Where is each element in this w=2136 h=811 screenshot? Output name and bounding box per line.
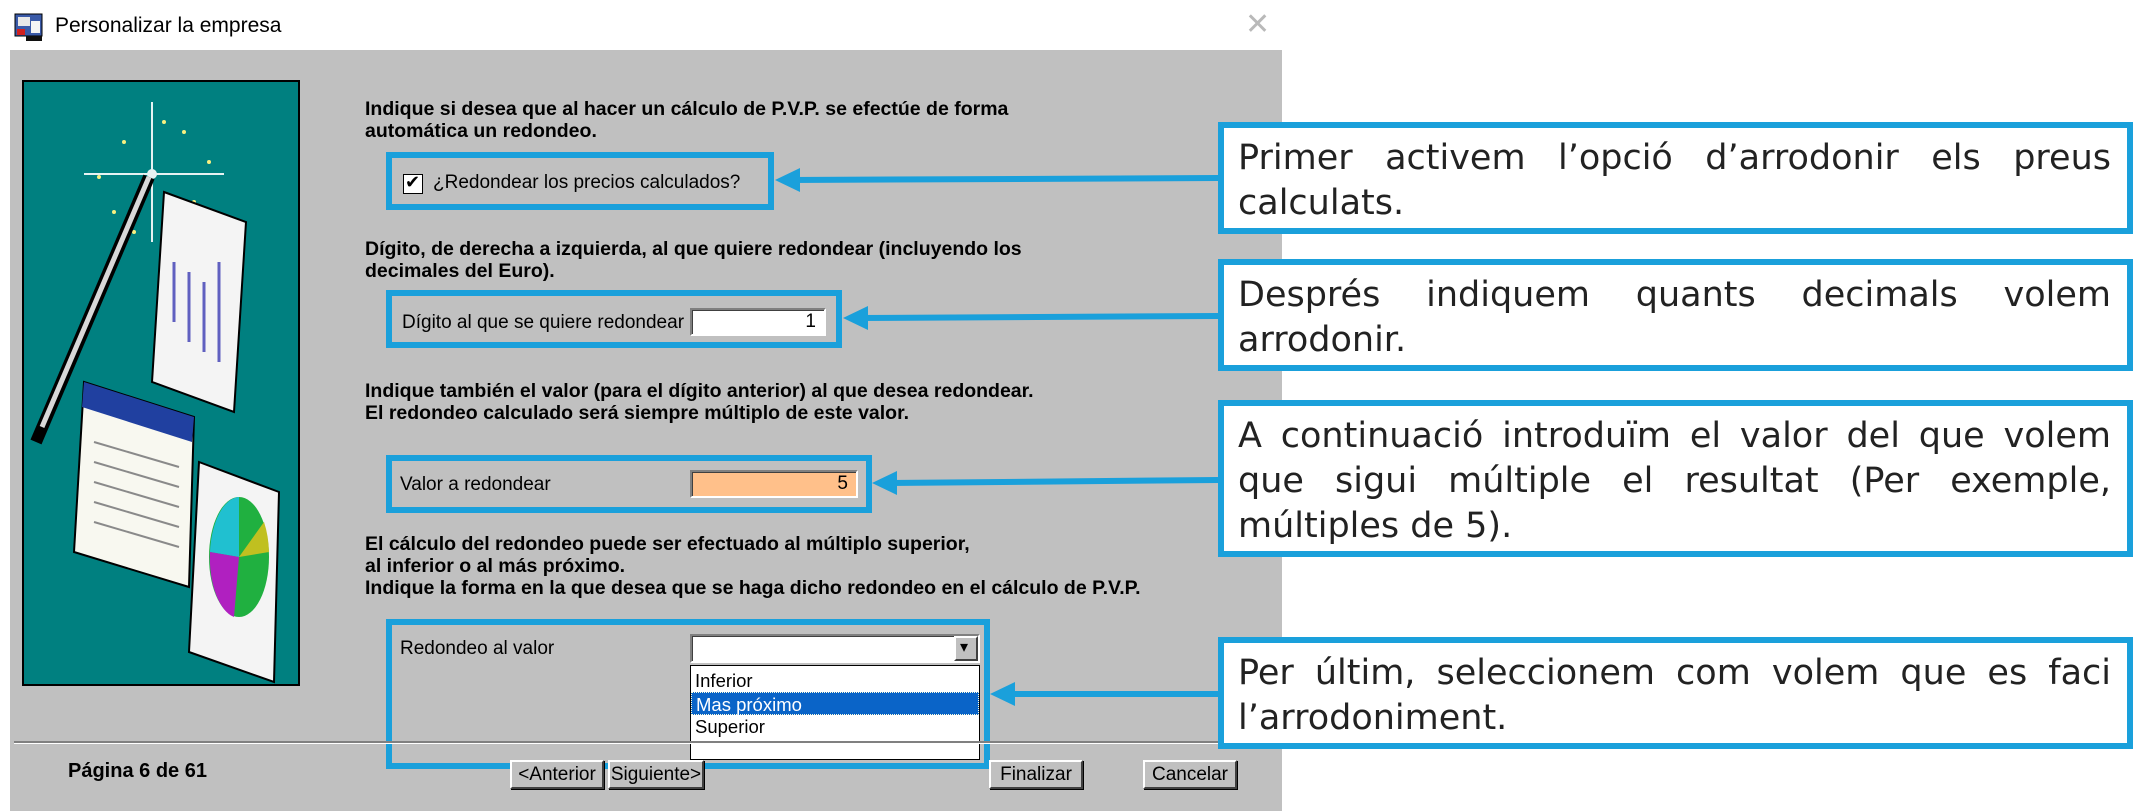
callout-arrows [775, 168, 1219, 706]
